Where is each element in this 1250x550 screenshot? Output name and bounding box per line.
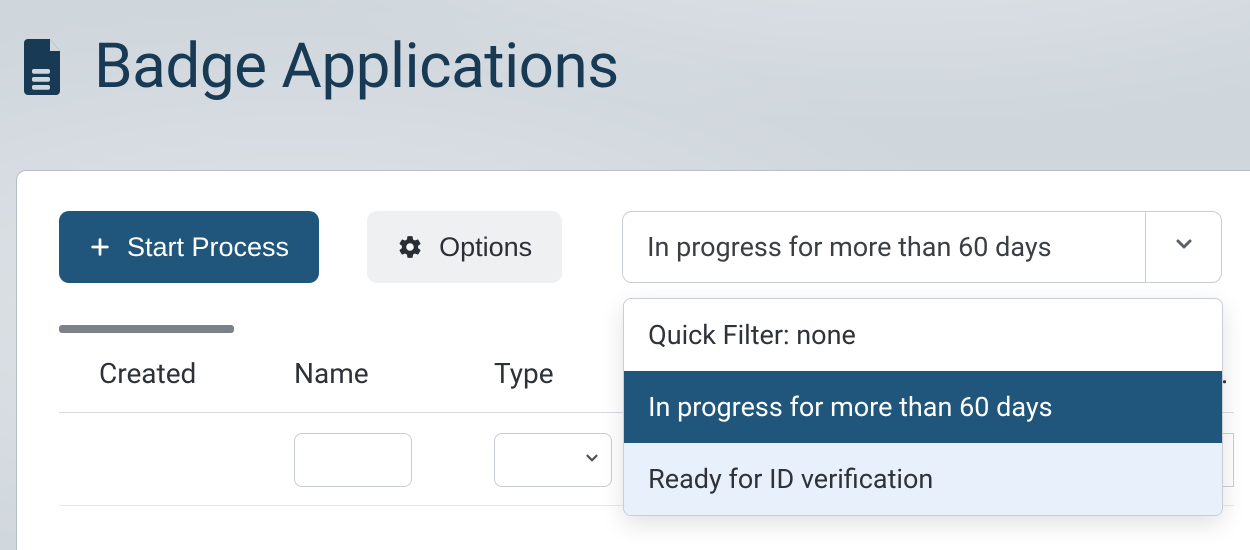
name-filter-input[interactable] [294, 433, 412, 487]
horizontal-scrollbar[interactable] [59, 325, 234, 333]
options-button[interactable]: Options [367, 211, 562, 283]
page-header: Badge Applications [0, 0, 1250, 98]
content-panel: Start Process Options In progress for mo… [16, 170, 1250, 550]
quick-filter-toggle[interactable] [1145, 212, 1221, 282]
chevron-down-icon [1172, 231, 1196, 263]
filter-option[interactable]: In progress for more than 60 days [624, 371, 1222, 443]
quick-filter-selected-label: In progress for more than 60 days [623, 231, 1145, 263]
quick-filter-dropdown: Quick Filter: none In progress for more … [623, 298, 1223, 516]
page-title: Badge Applications [94, 36, 619, 98]
toolbar: Start Process Options In progress for mo… [59, 211, 1250, 283]
start-process-button[interactable]: Start Process [59, 211, 319, 283]
column-header-created[interactable]: Created [59, 357, 294, 390]
type-filter-select[interactable] [494, 433, 612, 487]
options-label: Options [439, 232, 532, 263]
start-process-label: Start Process [127, 232, 289, 263]
filter-option[interactable]: Quick Filter: none [624, 299, 1222, 371]
filter-option[interactable]: Ready for ID verification [624, 443, 1222, 515]
column-header-name[interactable]: Name [294, 357, 494, 390]
document-icon [20, 38, 68, 96]
chevron-down-icon [583, 449, 601, 471]
quick-filter-select[interactable]: In progress for more than 60 days Quick … [622, 211, 1222, 283]
gear-icon [397, 234, 423, 260]
plus-icon [89, 236, 111, 258]
